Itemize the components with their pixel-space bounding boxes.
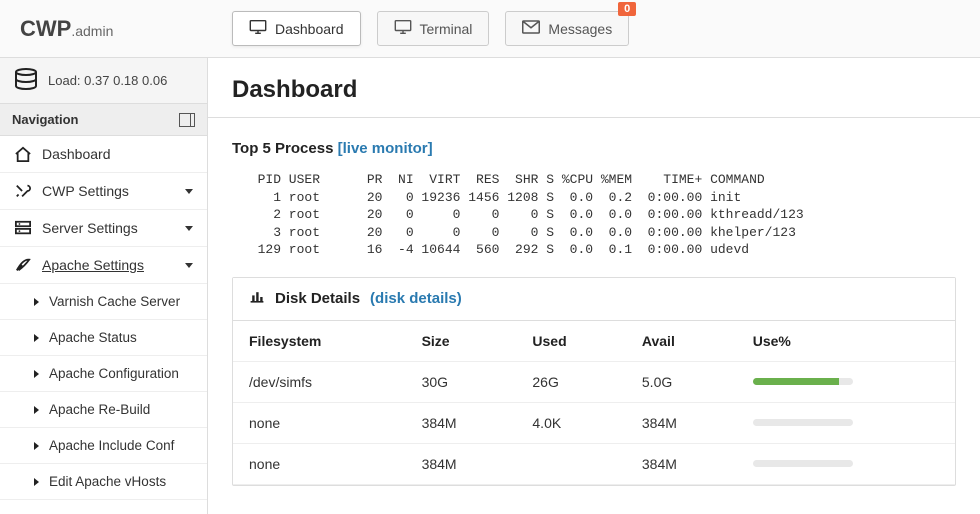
tools-icon	[14, 183, 32, 199]
table-row: none384M384M	[233, 443, 955, 484]
header-bar: CWP.admin Dashboard Terminal Messages 0	[0, 0, 980, 58]
cell-used: 26G	[516, 361, 626, 402]
col-used: Used	[516, 321, 626, 362]
chart-icon	[249, 290, 265, 308]
load-text: Load: 0.37 0.18 0.06	[48, 73, 167, 88]
cell-size: 30G	[406, 361, 517, 402]
navigation-label: Navigation	[12, 112, 78, 127]
cell-fs: none	[233, 402, 406, 443]
tri-icon	[34, 298, 39, 306]
envelope-icon	[522, 20, 540, 37]
subnav-apache-config[interactable]: Apache Configuration	[0, 356, 207, 391]
disk-details-link[interactable]: (disk details)	[370, 290, 462, 307]
feather-icon	[14, 257, 32, 273]
header-tabs: Dashboard Terminal Messages 0	[208, 11, 629, 46]
cell-use	[737, 402, 955, 443]
page-title: Dashboard	[232, 76, 956, 118]
cell-use	[737, 361, 955, 402]
tab-messages-label: Messages	[548, 21, 612, 37]
col-avail: Avail	[626, 321, 737, 362]
cell-avail: 384M	[626, 402, 737, 443]
tab-dashboard-label: Dashboard	[275, 21, 344, 37]
subnav-apache-vhosts[interactable]: Edit Apache vHosts	[0, 464, 207, 499]
tab-terminal[interactable]: Terminal	[377, 11, 490, 46]
sidebar: Load: 0.37 0.18 0.06 Navigation Dashboar…	[0, 58, 208, 514]
caret-down-icon	[185, 226, 193, 231]
col-use: Use%	[737, 321, 955, 362]
database-icon	[14, 68, 38, 93]
home-icon	[14, 146, 32, 162]
subnav-apache-status[interactable]: Apache Status	[0, 320, 207, 355]
live-monitor-link[interactable]: [live monitor]	[338, 140, 433, 157]
caret-down-icon	[185, 189, 193, 194]
subnav-apache-rebuild[interactable]: Apache Re-Build	[0, 392, 207, 427]
subnav-apache-include[interactable]: Apache Include Conf	[0, 428, 207, 463]
load-box: Load: 0.37 0.18 0.06	[0, 58, 207, 104]
col-size: Size	[406, 321, 517, 362]
tri-icon	[34, 370, 39, 378]
cell-used	[516, 443, 626, 484]
nav-apache-settings[interactable]: Apache Settings	[0, 247, 207, 283]
tab-dashboard[interactable]: Dashboard	[232, 11, 361, 46]
col-filesystem: Filesystem	[233, 321, 406, 362]
monitor-icon	[249, 20, 267, 37]
subnav-varnish[interactable]: Varnish Cache Server	[0, 284, 207, 319]
cell-size: 384M	[406, 402, 517, 443]
logo: CWP.admin	[0, 16, 208, 42]
cell-size: 384M	[406, 443, 517, 484]
nav-list: Dashboard CWP Settings Server Settings	[0, 136, 207, 500]
tri-icon	[34, 406, 39, 414]
nav-cwp-settings[interactable]: CWP Settings	[0, 173, 207, 209]
nav-server-settings[interactable]: Server Settings	[0, 210, 207, 246]
logo-sub: .admin	[71, 23, 113, 39]
cell-used: 4.0K	[516, 402, 626, 443]
caret-down-icon	[185, 263, 193, 268]
server-icon	[14, 220, 32, 236]
disk-table: Filesystem Size Used Avail Use% /dev/sim…	[233, 321, 955, 485]
disk-panel-header: Disk Details (disk details)	[233, 278, 955, 321]
process-list: PID USER PR NI VIRT RES SHR S %CPU %MEM …	[232, 165, 956, 277]
cell-fs: /dev/simfs	[233, 361, 406, 402]
tri-icon	[34, 478, 39, 486]
tri-icon	[34, 442, 39, 450]
tab-terminal-label: Terminal	[420, 21, 473, 37]
cell-avail: 384M	[626, 443, 737, 484]
main-content: Dashboard Top 5 Process [live monitor] P…	[208, 58, 980, 514]
cell-use	[737, 443, 955, 484]
tri-icon	[34, 334, 39, 342]
monitor-icon	[394, 20, 412, 37]
top5-title: Top 5 Process [live monitor]	[232, 140, 956, 157]
collapse-icon[interactable]	[179, 113, 195, 127]
nav-dashboard[interactable]: Dashboard	[0, 136, 207, 172]
messages-badge: 0	[618, 2, 636, 16]
table-row: /dev/simfs30G26G5.0G	[233, 361, 955, 402]
disk-panel: Disk Details (disk details) Filesystem S…	[232, 277, 956, 486]
cell-fs: none	[233, 443, 406, 484]
tab-messages[interactable]: Messages 0	[505, 11, 629, 46]
navigation-header: Navigation	[0, 104, 207, 136]
logo-main: CWP	[20, 16, 71, 41]
table-row: none384M4.0K384M	[233, 402, 955, 443]
cell-avail: 5.0G	[626, 361, 737, 402]
